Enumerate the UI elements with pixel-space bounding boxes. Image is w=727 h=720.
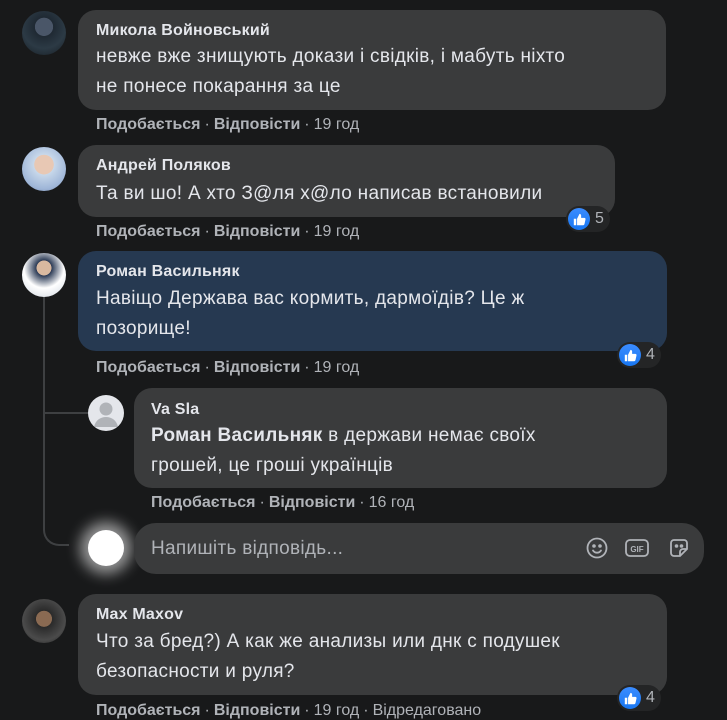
avatar-placeholder[interactable] xyxy=(88,395,124,431)
comment-author[interactable]: Max Maxov xyxy=(96,606,183,624)
reaction-summary[interactable]: 4 xyxy=(617,342,661,368)
thumbs-up-icon xyxy=(619,687,641,709)
comment-actions: Подобається · Відповісти · 19 год · Відредагов… xyxy=(96,702,482,719)
comment-actions: Подобається · Відповісти · 19 год xyxy=(96,359,360,376)
comment-actions: Подобається · Відповісти · 19 год xyxy=(96,223,360,240)
reaction-count: 4 xyxy=(646,689,655,706)
reaction-summary[interactable]: 5 xyxy=(566,206,610,232)
default-user-icon xyxy=(94,402,118,427)
comment-author[interactable]: Роман Васильняк xyxy=(96,263,240,281)
timestamp[interactable]: 19 год xyxy=(314,702,360,719)
comment-text: безопасности и руля? xyxy=(96,661,295,682)
comment-text-rest: в держави немає своїх xyxy=(322,425,536,446)
gif-icon[interactable]: GIF xyxy=(624,535,650,561)
like-link[interactable]: Подобається xyxy=(96,223,201,240)
comment-author[interactable]: Андрей Поляков xyxy=(96,157,231,175)
timestamp[interactable]: 19 год xyxy=(314,223,360,240)
thread-branch xyxy=(43,486,69,546)
reaction-count: 5 xyxy=(595,210,604,227)
sticker-icon[interactable] xyxy=(666,535,692,561)
comment-text: грошей, це гроші українців xyxy=(151,455,394,476)
thumbs-up-icon xyxy=(619,344,641,366)
comment-text: Та ви шо! А хто З@ля х@ло написав встано… xyxy=(96,183,543,204)
reply-link[interactable]: Відповісти xyxy=(269,494,355,511)
comment-author[interactable]: Микола Войновський xyxy=(96,22,270,40)
thread-line xyxy=(43,276,45,486)
avatar[interactable] xyxy=(22,11,66,55)
comment-text: позорище! xyxy=(96,318,191,339)
comment-actions: Подобається · Відповісти · 19 год xyxy=(96,116,360,133)
reply-input-box[interactable]: Напишіть відповідь... GIF xyxy=(134,523,704,574)
like-link[interactable]: Подобається xyxy=(96,359,201,376)
comment-actions: Подобається · Відповісти · 16 год xyxy=(151,494,415,511)
timestamp[interactable]: 19 год xyxy=(314,116,360,133)
avatar[interactable] xyxy=(22,253,66,297)
comment-text: Навіщо Держава вас кормить, дармоїдів? Ц… xyxy=(96,288,525,309)
comment-bubble: Микола Войновський невже вже знищують до… xyxy=(78,10,666,110)
like-link[interactable]: Подобається xyxy=(151,494,256,511)
reply-link[interactable]: Відповісти xyxy=(214,702,300,719)
reply-bubble: Va Sla Роман Васильняк в держави немає с… xyxy=(134,388,667,488)
reply-link[interactable]: Відповісти xyxy=(214,359,300,376)
smiley-icon[interactable] xyxy=(584,535,610,561)
comment-text: невже вже знищують докази і свідків, і м… xyxy=(96,46,566,67)
mention-link[interactable]: Роман Васильняк xyxy=(151,425,323,446)
avatar[interactable] xyxy=(22,147,66,191)
comment-text: не понесе покарання за це xyxy=(96,76,341,97)
comment-text: Что за бред?) А как же анализы или днк с… xyxy=(96,631,560,652)
comment-author[interactable]: Va Sla xyxy=(151,401,199,419)
comment-bubble: Андрей Поляков Та ви шо! А хто З@ля х@ло… xyxy=(78,145,615,217)
reaction-summary[interactable]: 4 xyxy=(617,685,661,711)
thumbs-up-icon xyxy=(568,208,590,230)
reply-input[interactable]: Напишіть відповідь... xyxy=(151,538,343,560)
timestamp[interactable]: 19 год xyxy=(314,359,360,376)
reply-link[interactable]: Відповісти xyxy=(214,116,300,133)
svg-text:GIF: GIF xyxy=(630,545,643,554)
like-link[interactable]: Подобається xyxy=(96,702,201,719)
comment-text: Роман Васильняк в держави немає своїх xyxy=(151,421,536,451)
timestamp[interactable]: 16 год xyxy=(369,494,415,511)
reaction-count: 4 xyxy=(646,346,655,363)
comment-bubble-highlighted: Роман Васильняк Навіщо Держава вас корми… xyxy=(78,251,667,351)
current-user-avatar xyxy=(88,530,124,566)
thread-branch xyxy=(43,412,88,414)
like-link[interactable]: Подобається xyxy=(96,116,201,133)
comment-bubble: Max Maxov Что за бред?) А как же анализы… xyxy=(78,594,667,695)
edited-label[interactable]: Відредаговано xyxy=(373,702,482,719)
reply-link[interactable]: Відповісти xyxy=(214,223,300,240)
avatar[interactable] xyxy=(22,599,66,643)
